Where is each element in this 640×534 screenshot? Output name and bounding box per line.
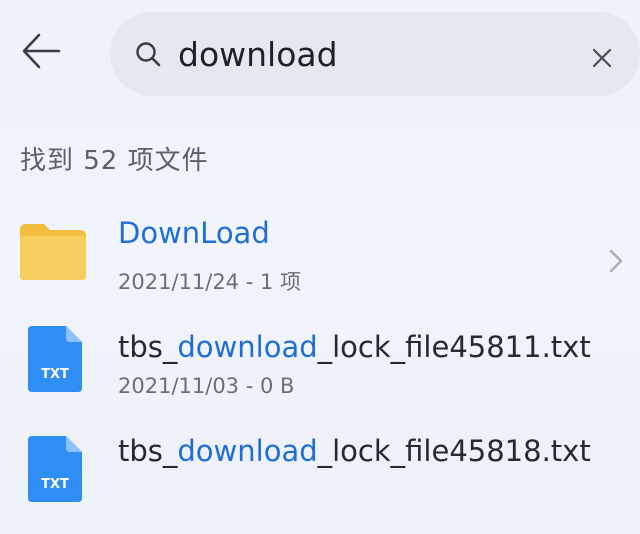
top-bar: [0, 0, 640, 110]
txt-icon-label: TXT: [41, 367, 69, 382]
name-prefix: tbs_: [118, 434, 178, 468]
list-item-file[interactable]: TXT tbs_download_lock_file45818.txt: [0, 428, 640, 534]
txt-file-icon: TXT: [22, 326, 86, 398]
search-box[interactable]: [110, 12, 640, 96]
search-icon: [136, 42, 161, 67]
name-match-highlight: download: [177, 330, 318, 364]
result-count: 找到 52 项文件: [20, 146, 209, 176]
list-item-file[interactable]: TXT tbs_download_lock_file45811.txt 2021…: [0, 318, 640, 424]
name-match-highlight: download: [177, 434, 318, 468]
arrow-left-icon: [22, 33, 61, 69]
list-item-folder[interactable]: DownLoad 2021/11/24 - 1 项: [0, 200, 640, 306]
chevron-right-icon: [609, 249, 623, 273]
name-suffix: _lock_file45811.txt: [317, 330, 591, 364]
item-name: tbs_download_lock_file45818.txt: [118, 434, 591, 468]
name-prefix: tbs_: [118, 330, 178, 364]
close-icon: [592, 48, 612, 68]
name-suffix: _lock_file45818.txt: [317, 434, 591, 468]
txt-icon-label: TXT: [41, 477, 69, 492]
item-meta: 2021/11/24 - 1 项: [118, 270, 302, 294]
search-input[interactable]: [178, 32, 558, 76]
back-button[interactable]: [14, 24, 68, 78]
item-name: DownLoad: [118, 216, 270, 250]
txt-file-icon: TXT: [22, 436, 86, 508]
item-name: tbs_download_lock_file45811.txt: [118, 330, 591, 364]
folder-icon: [20, 224, 86, 280]
item-meta: 2021/11/03 - 0 B: [118, 374, 295, 398]
clear-search-button[interactable]: [586, 42, 618, 74]
